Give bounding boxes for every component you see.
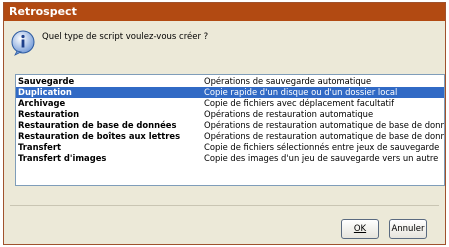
script-type-description: Copie de fichiers sélectionnés entre jeu… (204, 142, 440, 152)
script-type-name: Transfert d'images (18, 153, 107, 163)
script-type-description: Copie de fichiers avec déplacement facul… (204, 98, 395, 108)
script-type-description: Copie des images d'un jeu de sauvegarde … (204, 153, 439, 163)
prompt-text: Quel type de script voulez-vous créer ? (42, 32, 209, 42)
script-type-name: Restauration (18, 109, 80, 119)
script-type-name: Archivage (18, 98, 66, 108)
script-type-description: Copie rapide d'un disque ou d'un dossier… (204, 87, 398, 97)
script-type-description: Opérations de restauration automatique d… (204, 131, 444, 141)
info-icon (11, 30, 35, 56)
script-type-name: Restauration de base de données (18, 120, 177, 130)
script-type-name: Transfert (18, 142, 61, 152)
script-type-name: Restauration de boîtes aux lettres (18, 131, 181, 141)
list-item[interactable]: Archivage Copie de fichiers avec déplace… (16, 98, 444, 109)
script-type-description: Opérations de restauration automatique (204, 109, 374, 119)
script-type-list[interactable]: Sauvegarde Opérations de sauvegarde auto… (15, 74, 445, 186)
list-item[interactable]: Transfert d'images Copie des images d'un… (16, 153, 444, 164)
list-item[interactable]: Sauvegarde Opérations de sauvegarde auto… (16, 76, 444, 87)
cancel-button[interactable]: Annuler (389, 219, 427, 239)
list-item[interactable]: Transfert Copie de fichiers sélectionnés… (16, 142, 444, 153)
footer-divider (10, 205, 439, 206)
list-item[interactable]: Restauration Opérations de restauration … (16, 109, 444, 120)
script-type-name: Sauvegarde (18, 76, 75, 86)
cancel-button-label: Annuler (391, 224, 425, 234)
window-title: Retrospect (4, 3, 445, 21)
ok-button-label: OK (353, 224, 367, 234)
script-type-dialog: Retrospect Quel type de script voulez-vo… (3, 2, 446, 245)
script-type-name: Duplication (18, 87, 72, 97)
prompt: Quel type de script voulez-vous créer ? (10, 29, 208, 57)
list-item-selected[interactable]: Duplication Copie rapide d'un disque ou … (16, 87, 444, 98)
script-type-description: Opérations de restauration automatique d… (204, 120, 444, 130)
script-type-description: Opérations de sauvegarde automatique (204, 76, 372, 86)
ok-button[interactable]: OK (341, 219, 379, 239)
list-item[interactable]: Restauration de boîtes aux lettres Opéra… (16, 131, 444, 142)
list-item[interactable]: Restauration de base de données Opératio… (16, 120, 444, 131)
